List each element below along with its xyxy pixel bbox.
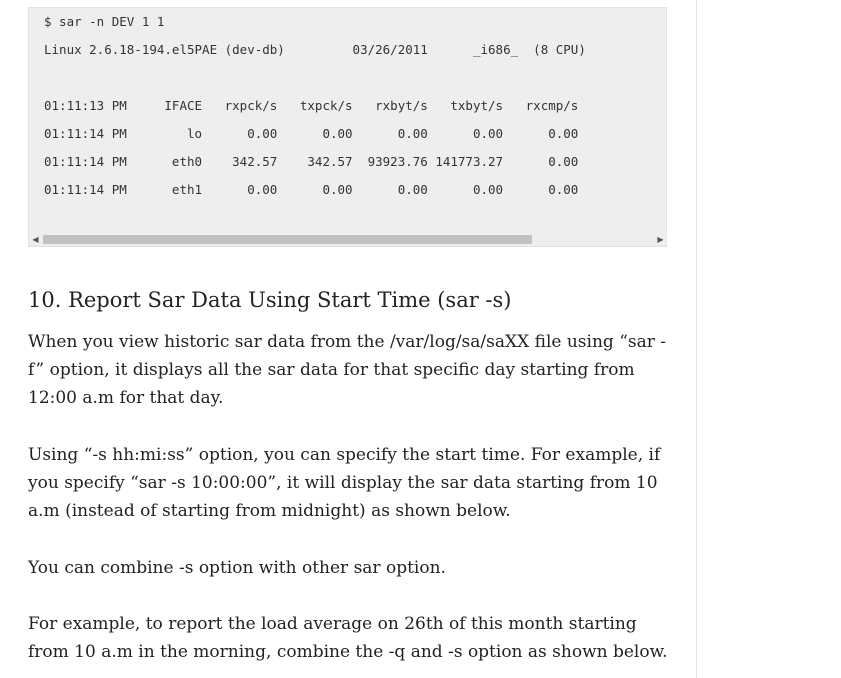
code-line-eth1: 01:11:14 PM eth1 0.00 0.00 0.00 0.00 0.0… — [44, 182, 579, 197]
section-heading: 10. Report Sar Data Using Start Time (sa… — [28, 288, 512, 312]
scrollbar-thumb[interactable] — [43, 235, 532, 244]
code-block: $ sar -n DEV 1 1 Linux 2.6.18-194.el5PAE … — [28, 7, 667, 247]
code-horizontal-scrollbar[interactable]: ◀ ▶ — [29, 233, 667, 246]
paragraph-combine: You can combine -s option with other sar… — [28, 558, 446, 578]
code-line-system-info: Linux 2.6.18-194.el5PAE (dev-db) 03/26/2… — [44, 42, 586, 57]
paragraph-start-time: Using “-s hh:mi:ss” option, you can spec… — [28, 445, 661, 521]
scroll-left-icon[interactable]: ◀ — [29, 233, 42, 246]
paragraph-example: For example, to report the load average … — [28, 614, 668, 662]
code-line-eth0: 01:11:14 PM eth0 342.57 342.57 93923.76 … — [44, 154, 579, 169]
code-line-command: $ sar -n DEV 1 1 — [44, 14, 165, 29]
code-content: $ sar -n DEV 1 1 Linux 2.6.18-194.el5PAE … — [44, 8, 586, 204]
sidebar-divider — [696, 0, 697, 678]
code-line-header: 01:11:13 PM IFACE rxpck/s txpck/s rxbyt/… — [44, 98, 579, 113]
scroll-right-icon[interactable]: ▶ — [654, 233, 667, 246]
paragraph-sar-f: When you view historic sar data from the… — [28, 332, 667, 408]
code-line-lo: 01:11:14 PM lo 0.00 0.00 0.00 0.00 0.00 — [44, 126, 579, 141]
